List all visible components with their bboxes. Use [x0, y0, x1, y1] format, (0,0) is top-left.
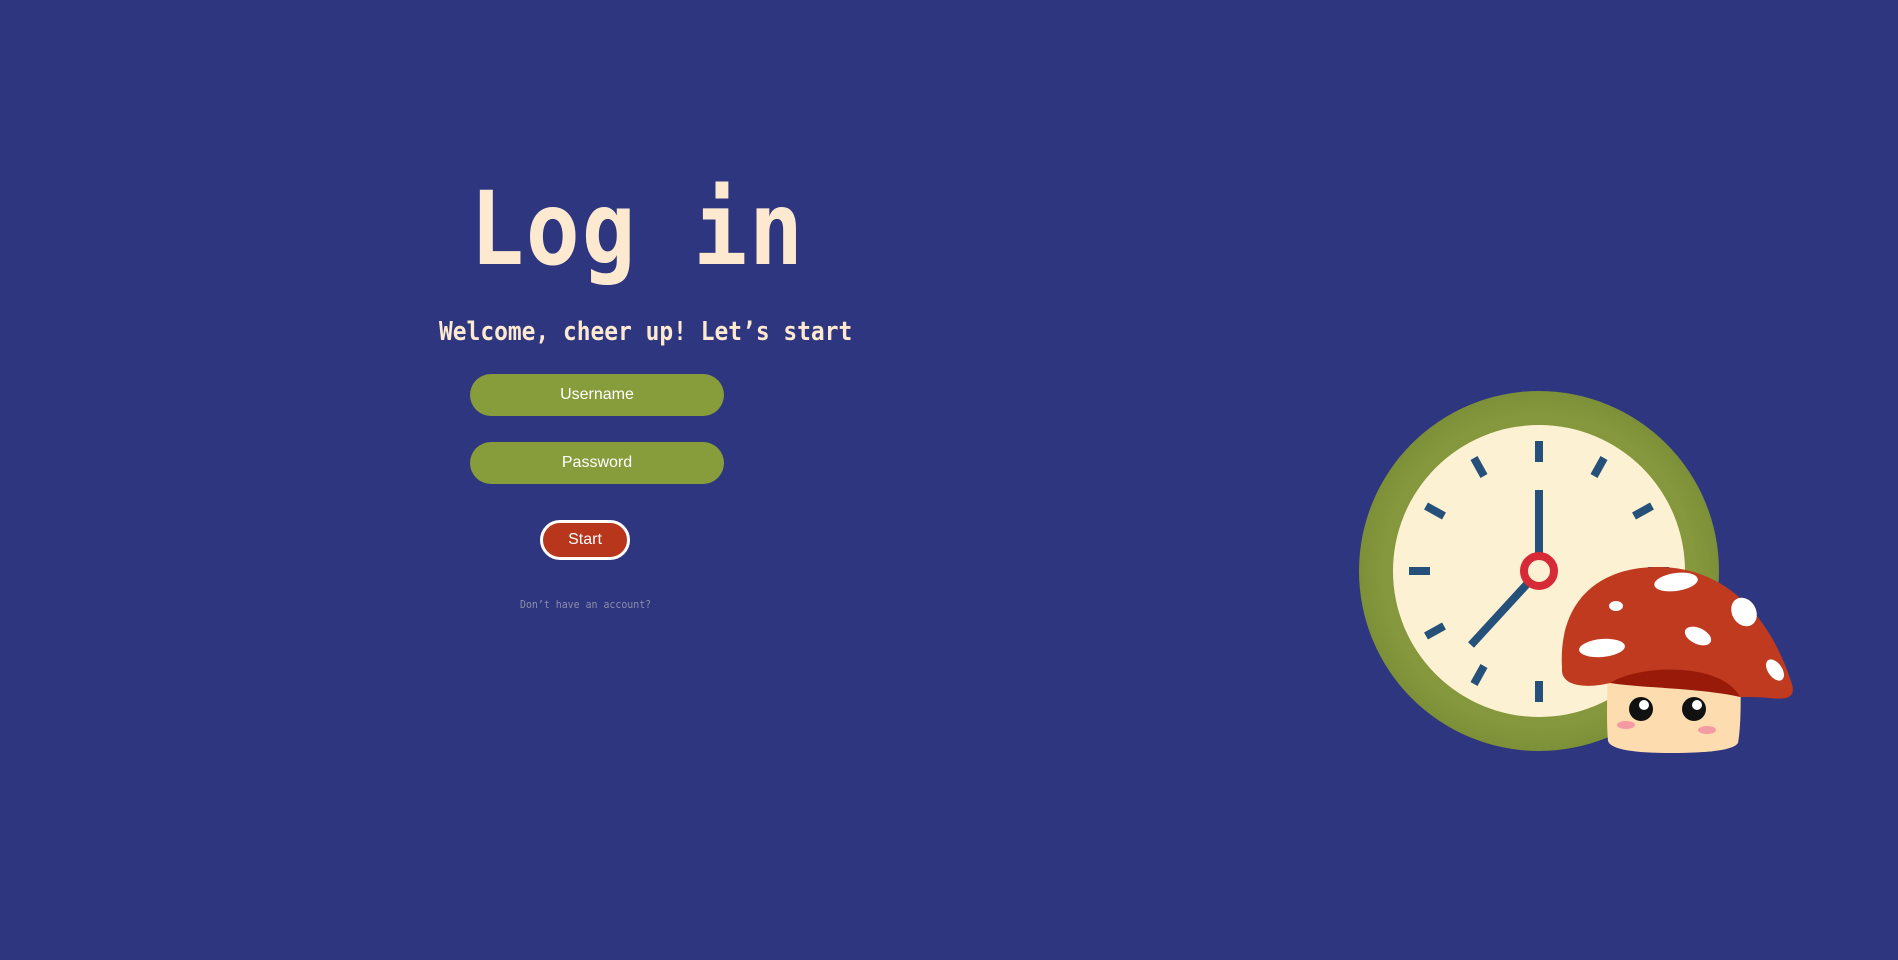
page-title: Log in [470, 170, 805, 289]
clock-mushroom-illustration [1359, 391, 1793, 753]
password-input[interactable] [470, 442, 724, 484]
login-page: Log in Welcome, cheer up! Let’s start St… [0, 0, 1898, 960]
welcome-subtitle: Welcome, cheer up! Let’s start [439, 317, 853, 347]
signup-link[interactable]: Don’t have an account? [520, 598, 651, 611]
start-button[interactable]: Start [540, 520, 630, 560]
username-input[interactable] [470, 374, 724, 416]
